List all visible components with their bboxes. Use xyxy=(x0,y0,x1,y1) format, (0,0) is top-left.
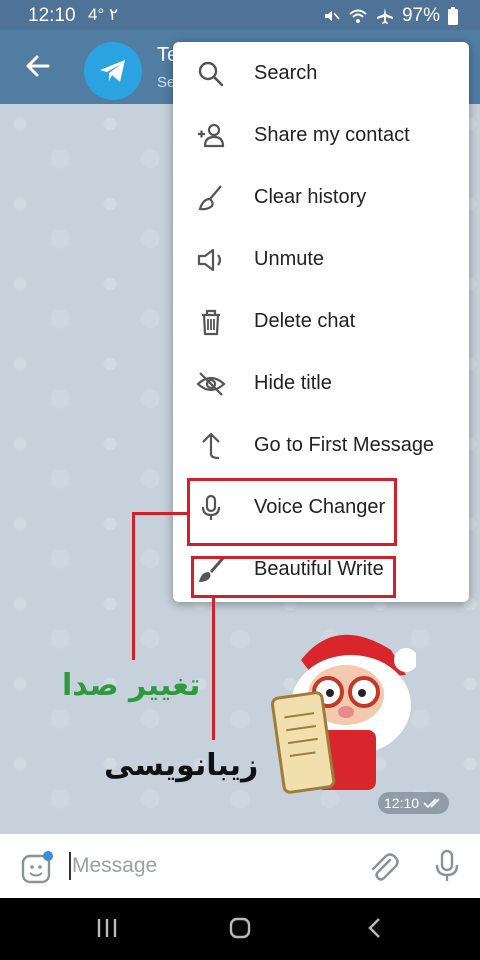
speaker-icon xyxy=(197,248,222,272)
battery-percent: 97% xyxy=(401,5,440,26)
menu-item-label: Share my contact xyxy=(254,124,410,146)
status-time: 12:10 xyxy=(28,5,76,26)
trash-icon xyxy=(202,309,220,336)
beautiful-write-caption: زیبانویسی xyxy=(104,748,259,783)
status-icons: 97% xyxy=(322,5,458,27)
double-check-icon xyxy=(423,798,440,809)
annotation-line xyxy=(212,598,215,740)
avatar[interactable] xyxy=(84,42,142,100)
add-person-icon xyxy=(198,123,225,148)
menu-item-delete-chat[interactable]: Delete chat xyxy=(173,290,469,352)
menu-item-label: Clear history xyxy=(254,186,367,208)
voice-changer-highlight xyxy=(187,478,397,546)
menu-item-label: Search xyxy=(254,62,318,84)
santa-sticker xyxy=(270,634,416,794)
microphone-icon[interactable] xyxy=(430,848,464,884)
broom-icon xyxy=(198,185,222,211)
message-time: 12:10 xyxy=(384,795,420,811)
mute-icon xyxy=(324,11,340,21)
telegram-logo-icon xyxy=(100,60,125,82)
sticker-emoji-icon[interactable] xyxy=(20,850,54,884)
eye-off-icon xyxy=(196,372,226,396)
battery-icon xyxy=(448,7,458,25)
menu-item-label: Go to First Message xyxy=(254,434,435,456)
voice-changer-caption: تغییر صدا xyxy=(62,668,201,703)
menu-item-label: Hide title xyxy=(254,372,332,394)
message-input[interactable]: Message xyxy=(72,854,157,878)
back-arrow-icon[interactable] xyxy=(20,48,56,84)
status-bar: 12:10 4° ٢ 97% xyxy=(0,0,480,30)
message-time-badge: 12:10 xyxy=(378,792,450,814)
menu-item-label: Delete chat xyxy=(254,310,356,332)
message-input-bar: Message xyxy=(0,834,480,898)
menu-item-go-to-first[interactable]: Go to First Message xyxy=(173,414,469,476)
back-nav-icon[interactable] xyxy=(364,916,386,940)
annotation-line xyxy=(132,512,135,660)
menu-item-search[interactable]: Search xyxy=(173,42,469,104)
annotation-line xyxy=(132,512,188,515)
home-icon[interactable] xyxy=(228,916,252,940)
beautiful-write-highlight xyxy=(191,556,396,598)
wifi-icon xyxy=(349,9,367,23)
arrow-up-icon xyxy=(202,432,220,460)
text-cursor xyxy=(69,852,71,880)
menu-item-label: Unmute xyxy=(254,248,325,270)
airplane-icon xyxy=(376,8,393,24)
menu-item-clear-history[interactable]: Clear history xyxy=(173,166,469,228)
menu-item-share-contact[interactable]: Share my contact xyxy=(173,104,469,166)
menu-item-unmute[interactable]: Unmute xyxy=(173,228,469,290)
search-icon xyxy=(198,61,224,87)
menu-item-hide-title[interactable]: Hide title xyxy=(173,352,469,414)
status-extra: 4° ٢ xyxy=(88,5,119,24)
paperclip-icon[interactable] xyxy=(366,850,400,884)
recent-apps-icon[interactable] xyxy=(96,916,118,940)
system-nav-bar xyxy=(0,898,480,960)
